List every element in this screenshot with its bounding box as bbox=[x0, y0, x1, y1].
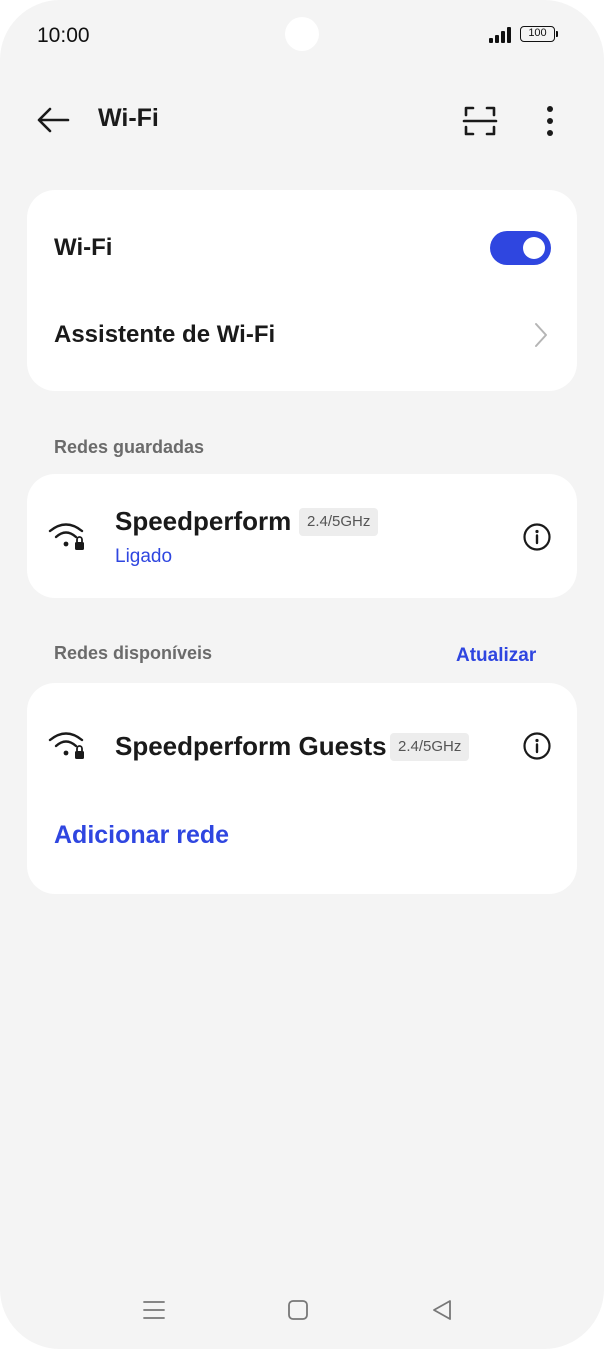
wifi-lock-icon bbox=[48, 732, 84, 759]
band-badge: 2.4/5GHz bbox=[299, 508, 379, 536]
chevron-right-icon bbox=[535, 323, 547, 347]
connection-status: Ligado bbox=[115, 546, 173, 567]
more-options-button[interactable] bbox=[538, 103, 562, 139]
wifi-lock-icon bbox=[48, 523, 84, 550]
available-networks-header: Redes disponíveis bbox=[54, 643, 213, 663]
wifi-label: Wi-Fi bbox=[54, 234, 113, 261]
available-networks-card: Speedperform Guests 2.4/5GHz Adicionar r… bbox=[27, 683, 577, 894]
wifi-toggle[interactable] bbox=[490, 231, 551, 265]
saved-networks-card: Speedperform 2.4/5GHz Ligado bbox=[27, 474, 577, 598]
battery-icon: 100 bbox=[520, 26, 558, 42]
network-name: Speedperform bbox=[115, 506, 292, 536]
add-network-button[interactable]: Adicionar rede bbox=[54, 821, 229, 850]
page-title: Wi-Fi bbox=[98, 104, 159, 132]
toggle-knob bbox=[523, 237, 545, 259]
saved-networks-header: Redes guardadas bbox=[54, 437, 205, 457]
refresh-button[interactable]: Atualizar bbox=[456, 645, 536, 667]
network-name: Speedperform Guests bbox=[115, 731, 387, 761]
phone-screen: 10:00 100 Wi-Fi Wi-Fi Assistente de Wi-F… bbox=[0, 0, 604, 1349]
back-icon[interactable] bbox=[431, 1296, 453, 1324]
wifi-settings-card: Wi-Fi Assistente de Wi-Fi bbox=[27, 190, 577, 391]
scan-qr-icon bbox=[462, 106, 498, 136]
signal-icon bbox=[489, 27, 515, 43]
camera-cutout bbox=[285, 17, 319, 51]
scan-qr-button[interactable] bbox=[462, 104, 498, 138]
info-icon[interactable] bbox=[522, 522, 552, 552]
status-time: 10:00 bbox=[37, 24, 90, 47]
back-arrow-icon bbox=[37, 107, 70, 133]
back-button[interactable] bbox=[34, 102, 74, 138]
info-icon[interactable] bbox=[522, 731, 552, 761]
more-vertical-icon bbox=[547, 106, 553, 136]
wifi-assistant-label: Assistente de Wi-Fi bbox=[54, 321, 276, 348]
home-icon[interactable] bbox=[287, 1296, 309, 1324]
menu-icon[interactable] bbox=[142, 1296, 166, 1324]
band-badge: 2.4/5GHz bbox=[390, 733, 470, 761]
